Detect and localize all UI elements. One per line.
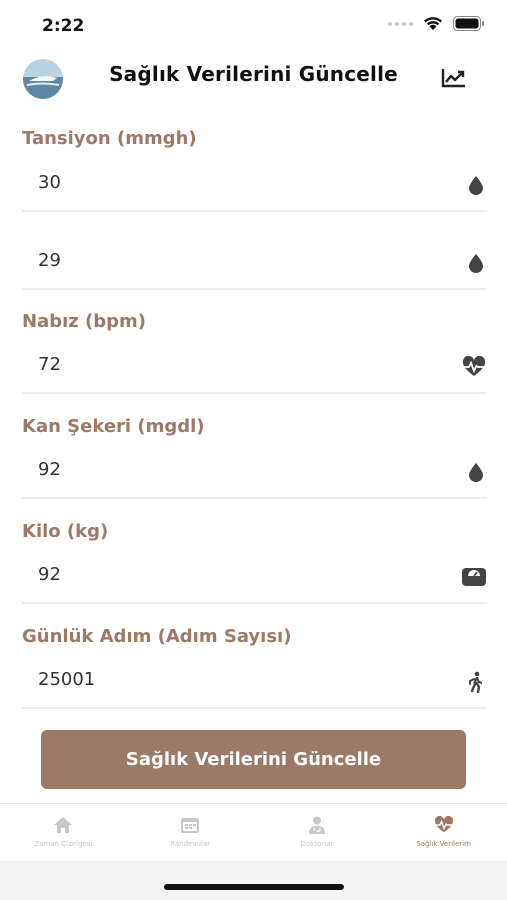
trending-up-icon <box>441 69 465 88</box>
pulse-label: Nabız (bpm) <box>22 311 146 332</box>
tab-label: Doktorlar <box>300 840 334 848</box>
tab-label: Sağlık Verilerim <box>416 840 471 848</box>
status-icons <box>388 16 485 31</box>
diastolic-value: 29 <box>38 250 61 271</box>
tab-timeline[interactable]: Zaman Çizelgesi <box>0 804 127 862</box>
diastolic-field[interactable]: 29 <box>22 238 487 290</box>
weight-value: 92 <box>38 564 61 585</box>
calendar-icon <box>181 818 200 833</box>
tab-health-data[interactable]: Sağlık Verilerim <box>380 804 507 862</box>
steps-field[interactable]: 25001 <box>22 657 487 709</box>
blood-sugar-field[interactable]: 92 <box>22 447 487 499</box>
tab-bar: Zaman Çizelgesi Randevular Doktorlar Sağ… <box>0 803 507 862</box>
header: Sağlık Verilerini Güncelle <box>0 52 507 102</box>
status-bar: 2:22 <box>0 0 507 50</box>
heart-pulse-icon <box>462 356 486 376</box>
systolic-value: 30 <box>38 172 61 193</box>
pulse-value: 72 <box>38 354 61 375</box>
drop-icon <box>469 176 483 195</box>
heart-pulse-icon <box>434 816 453 833</box>
home-indicator[interactable] <box>164 884 344 890</box>
home-indicator-area <box>0 861 507 900</box>
cellular-signal-icon <box>388 21 413 26</box>
blood-sugar-value: 92 <box>38 459 61 480</box>
drop-icon <box>469 254 483 273</box>
battery-icon <box>453 16 484 31</box>
blood-pressure-label: Tansiyon (mmgh) <box>22 128 197 149</box>
tab-label: Randevular <box>170 840 211 848</box>
drop-icon <box>469 463 483 482</box>
pulse-field[interactable]: 72 <box>22 342 487 394</box>
scale-icon <box>462 568 486 586</box>
tab-label: Zaman Çizelgesi <box>34 840 93 848</box>
page-title: Sağlık Verilerini Güncelle <box>109 62 398 86</box>
status-time: 2:22 <box>42 16 85 36</box>
update-health-data-button[interactable]: Sağlık Verilerini Güncelle <box>41 730 466 789</box>
tab-appointments[interactable]: Randevular <box>127 804 254 862</box>
wifi-icon <box>424 17 442 30</box>
home-icon <box>54 817 73 833</box>
steps-value: 25001 <box>38 669 96 690</box>
chart-button[interactable] <box>440 66 468 90</box>
steps-label: Günlük Adım (Adım Sayısı) <box>22 626 292 647</box>
weight-label: Kilo (kg) <box>22 521 109 542</box>
weight-field[interactable]: 92 <box>22 552 487 604</box>
tab-doctors[interactable]: Doktorlar <box>254 804 381 862</box>
blood-sugar-label: Kan Şekeri (mgdl) <box>22 416 205 437</box>
walking-icon <box>469 671 482 693</box>
systolic-field[interactable]: 30 <box>22 160 487 212</box>
doctor-icon <box>308 816 325 834</box>
